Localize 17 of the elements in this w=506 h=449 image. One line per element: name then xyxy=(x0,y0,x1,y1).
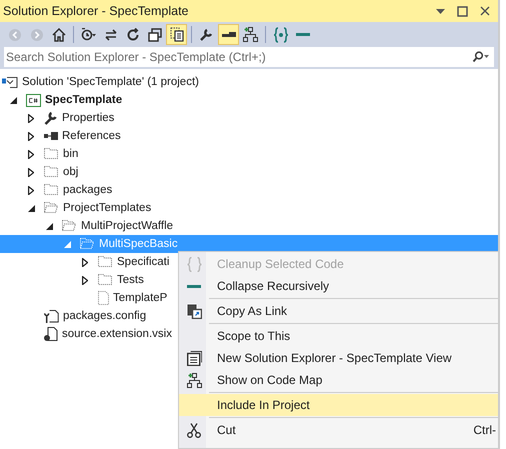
item-label: MultiSpecBasic xyxy=(99,238,178,250)
item-label: source.extension.vsix xyxy=(62,328,172,340)
item-label: TemplateP xyxy=(113,292,168,304)
item-label: Tests xyxy=(117,274,144,286)
item-label: MultiProjectWaffle xyxy=(81,220,174,232)
shortcut-label: Ctrl- xyxy=(473,423,497,437)
item-label: References xyxy=(62,130,121,142)
item-label: bin xyxy=(63,148,78,160)
item-label: packages xyxy=(63,184,112,196)
item-label: SpecTemplate xyxy=(45,94,122,106)
item-label: Specificati xyxy=(117,256,170,268)
window-title: Solution Explorer - SpecTemplate xyxy=(3,4,189,18)
item-label: packages.config xyxy=(63,310,146,322)
item-label: ProjectTemplates xyxy=(63,202,152,214)
item-label: obj xyxy=(63,166,78,178)
item-label: Solution 'SpecTemplate' (1 project) xyxy=(22,76,199,88)
item-label: Properties xyxy=(62,112,114,124)
